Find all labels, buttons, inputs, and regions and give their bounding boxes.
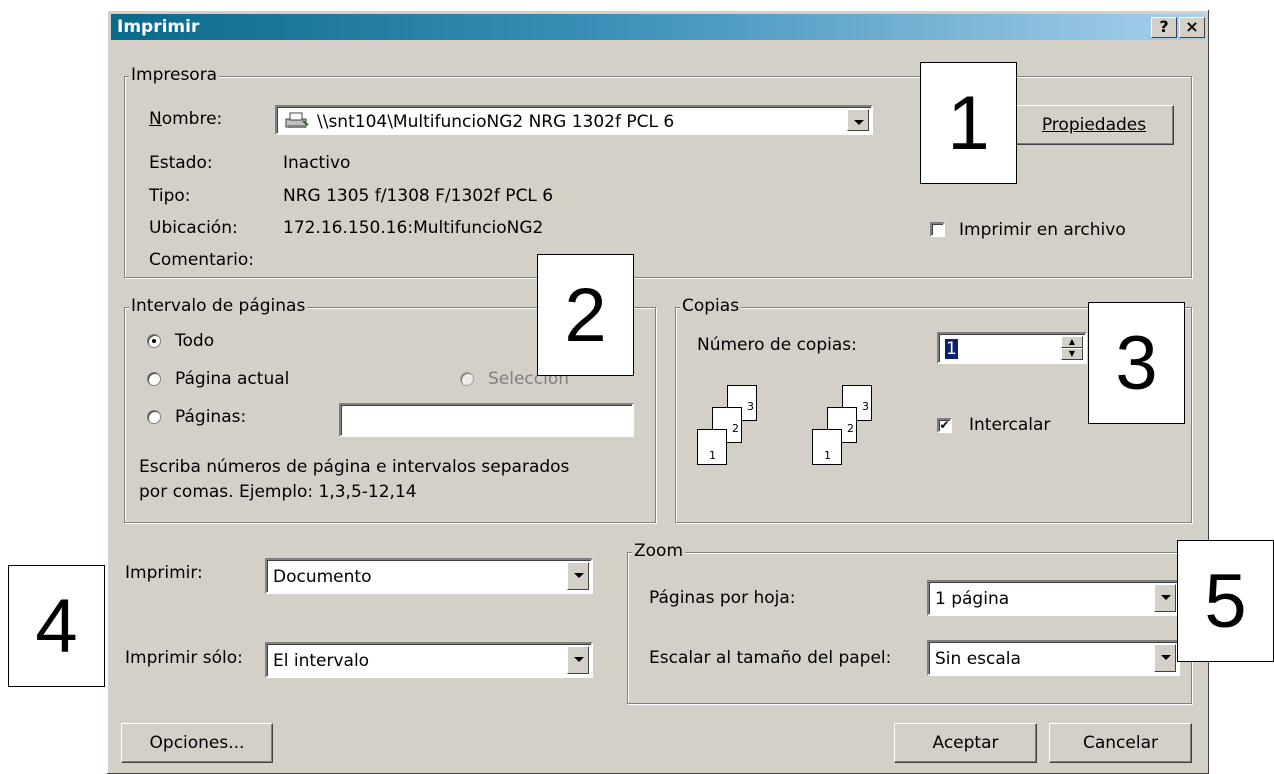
zoom-group: Zoom xyxy=(627,541,1192,704)
radio-all[interactable] xyxy=(147,334,161,348)
copies-stepper-value: 1 xyxy=(945,339,958,359)
chevron-down-icon[interactable] xyxy=(1154,584,1176,612)
callout-4: 4 xyxy=(8,565,105,687)
location-label: Ubicación: xyxy=(149,218,238,238)
printer-name-select[interactable]: \\snt104\MultifuncioNG2 NRG 1302f PCL 6 xyxy=(275,105,873,135)
dialog-title: Imprimir xyxy=(117,17,200,37)
spin-up-icon[interactable]: ▲ xyxy=(1061,336,1083,348)
print-dialog: Imprimir ? × Impresora Nombre: \\snt104\… xyxy=(107,10,1209,774)
type-value: NRG 1305 f/1308 F/1302f PCL 6 xyxy=(283,186,554,206)
spin-down-icon[interactable]: ▼ xyxy=(1061,348,1083,360)
radio-all-label: Todo xyxy=(175,331,215,351)
print-to-file-label: Imprimir en archivo xyxy=(959,220,1126,240)
callout-1: 1 xyxy=(920,62,1017,184)
print-what-label: Imprimir: xyxy=(125,563,203,583)
page-range-group-label: Intervalo de páginas xyxy=(129,296,308,316)
scale-select[interactable]: Sin escala xyxy=(927,640,1180,676)
location-value: 172.16.150.16:MultifuncioNG2 xyxy=(283,218,544,238)
printer-group-label: Impresora xyxy=(129,65,220,85)
copies-stepper[interactable]: 1 ▲ ▼ xyxy=(937,332,1087,364)
radio-pages-label: Páginas: xyxy=(175,407,247,427)
collate-illustration-1: 3 2 1 xyxy=(697,385,777,495)
scale-label: Escalar al tamaño del papel: xyxy=(649,648,892,668)
comment-label: Comentario: xyxy=(149,250,254,270)
pages-input[interactable] xyxy=(339,403,634,437)
properties-button-label: Propiedades xyxy=(1041,115,1147,135)
copies-group-label: Copias xyxy=(680,296,742,316)
cancel-button-label: Cancelar xyxy=(1083,733,1158,753)
scale-value: Sin escala xyxy=(935,649,1021,669)
print-what-value: Documento xyxy=(273,567,372,587)
printer-icon xyxy=(283,111,311,129)
print-to-file-checkbox[interactable] xyxy=(930,222,945,237)
options-button[interactable]: Opciones... xyxy=(121,723,273,763)
print-only-value: El intervalo xyxy=(273,651,370,671)
print-what-select[interactable]: Documento xyxy=(265,558,593,594)
pages-per-sheet-value: 1 página xyxy=(935,589,1010,609)
type-label: Tipo: xyxy=(149,186,191,206)
radio-current-page[interactable] xyxy=(147,372,161,386)
print-only-label: Imprimir sólo: xyxy=(125,648,243,668)
chevron-down-icon[interactable] xyxy=(567,646,589,674)
page-range-hint-2: por comas. Ejemplo: 1,3,5-12,14 xyxy=(139,482,417,502)
title-bar: Imprimir ? × xyxy=(111,14,1205,40)
chevron-down-icon[interactable] xyxy=(847,109,869,131)
page-icon-1: 1 xyxy=(812,429,842,465)
callout-5: 5 xyxy=(1177,540,1274,662)
print-only-select[interactable]: El intervalo xyxy=(265,642,593,678)
collate-label: Intercalar xyxy=(969,415,1051,435)
pages-per-sheet-select[interactable]: 1 página xyxy=(927,580,1180,616)
radio-selection[interactable] xyxy=(460,372,474,386)
radio-pages[interactable] xyxy=(147,410,161,424)
printer-name-label: Nombre: xyxy=(149,109,223,129)
status-value: Inactivo xyxy=(283,153,351,173)
page-range-hint-1: Escriba números de página e intervalos s… xyxy=(139,457,570,477)
callout-2: 2 xyxy=(537,254,634,376)
status-label: Estado: xyxy=(149,153,213,173)
printer-name-value: \\snt104\MultifuncioNG2 NRG 1302f PCL 6 xyxy=(317,112,675,132)
collate-illustration-2: 3 2 1 xyxy=(812,385,892,495)
pages-per-sheet-label: Páginas por hoja: xyxy=(649,588,796,608)
zoom-group-label: Zoom xyxy=(632,541,686,561)
ok-button[interactable]: Aceptar xyxy=(894,723,1037,763)
page-icon-1: 1 xyxy=(697,429,727,465)
radio-current-page-label: Página actual xyxy=(175,369,290,389)
options-button-label: Opciones... xyxy=(149,733,245,753)
cancel-button[interactable]: Cancelar xyxy=(1049,723,1192,763)
callout-3: 3 xyxy=(1088,302,1185,424)
close-button[interactable]: × xyxy=(1179,17,1205,38)
chevron-down-icon[interactable] xyxy=(567,562,589,590)
help-button[interactable]: ? xyxy=(1151,17,1177,38)
number-of-copies-label: Número de copias: xyxy=(697,335,857,355)
ok-button-label: Aceptar xyxy=(932,733,999,753)
properties-button[interactable]: Propiedades xyxy=(1014,105,1174,145)
chevron-down-icon[interactable] xyxy=(1154,644,1176,672)
collate-checkbox[interactable]: ✔ xyxy=(937,418,952,433)
